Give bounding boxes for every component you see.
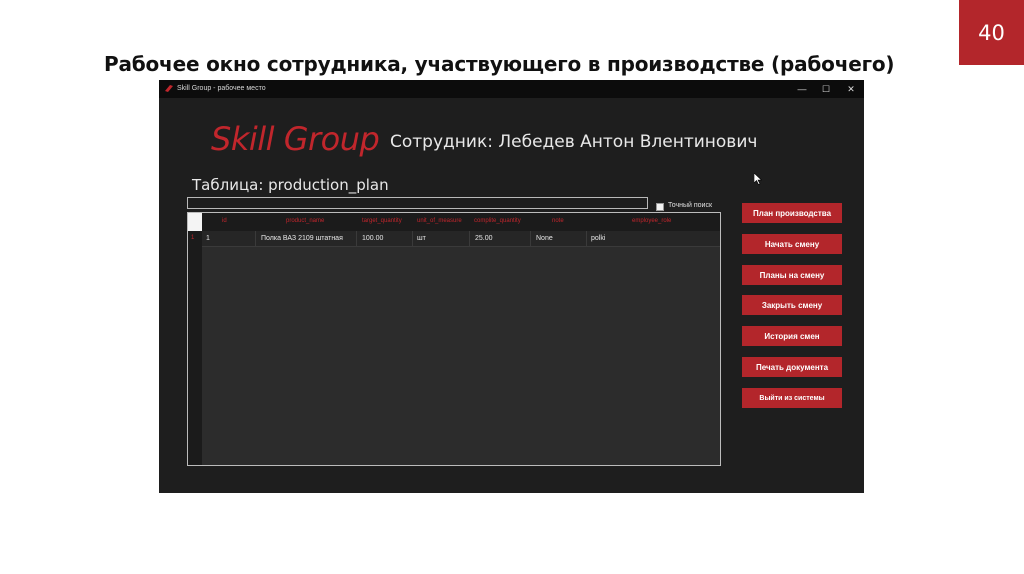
slide-title: Рабочее окно сотрудника, участвующего в … bbox=[104, 52, 895, 76]
app-window: Skill Group - рабочее место — ☐ ✕ Skill … bbox=[159, 80, 864, 493]
column-header-target-quantity[interactable]: target_quantity bbox=[362, 218, 402, 224]
cell-product-name[interactable]: Полка ВАЗ 2109 штатная bbox=[261, 235, 343, 242]
column-divider bbox=[530, 231, 531, 247]
close-shift-button[interactable]: Закрыть смену bbox=[742, 295, 842, 315]
cell-target-quantity[interactable]: 100.00 bbox=[362, 235, 383, 242]
exact-search-label: Точный поиск bbox=[668, 202, 713, 209]
mouse-cursor-icon bbox=[754, 173, 762, 185]
slide-number: 40 bbox=[959, 0, 1024, 65]
search-input[interactable] bbox=[187, 197, 648, 209]
row-gutter bbox=[188, 231, 202, 465]
minimize-icon[interactable]: — bbox=[795, 83, 809, 95]
maximize-icon[interactable]: ☐ bbox=[819, 83, 833, 95]
start-shift-button[interactable]: Начать смену bbox=[742, 234, 842, 254]
shift-history-button[interactable]: История смен bbox=[742, 326, 842, 346]
column-header-complite-quantity[interactable]: complite_quantity bbox=[474, 218, 521, 224]
column-divider bbox=[356, 231, 357, 247]
column-divider bbox=[469, 231, 470, 247]
column-header-unit-of-measure[interactable]: unit_of_measure bbox=[417, 218, 462, 224]
row-number[interactable]: 1 bbox=[191, 235, 194, 241]
cell-employee-role[interactable]: polki bbox=[591, 235, 605, 242]
window-title: Skill Group - рабочее место bbox=[177, 85, 266, 92]
production-plan-button[interactable]: План производства bbox=[742, 203, 842, 223]
column-divider bbox=[255, 231, 256, 247]
column-header-employee-role[interactable]: employee_role bbox=[632, 218, 671, 224]
shift-plans-button[interactable]: Планы на смену bbox=[742, 265, 842, 285]
column-header-note[interactable]: note bbox=[552, 218, 564, 224]
close-icon[interactable]: ✕ bbox=[844, 83, 858, 95]
column-divider bbox=[412, 231, 413, 247]
column-header-id[interactable]: id bbox=[222, 218, 227, 224]
table-header: id product_name target_quantity unit_of_… bbox=[202, 213, 720, 231]
table-title: Таблица: production_plan bbox=[192, 176, 389, 194]
cell-note[interactable]: None bbox=[536, 235, 553, 242]
employee-name: Сотрудник: Лебедев Антон Влентинович bbox=[390, 132, 758, 152]
cell-complite-quantity[interactable]: 25.00 bbox=[475, 235, 493, 242]
table-corner[interactable] bbox=[188, 213, 202, 231]
cell-id[interactable]: 1 bbox=[206, 235, 210, 242]
data-table[interactable]: id product_name target_quantity unit_of_… bbox=[187, 212, 721, 466]
column-header-product-name[interactable]: product_name bbox=[286, 218, 324, 224]
table-row[interactable]: 1 Полка ВАЗ 2109 штатная 100.00 шт 25.00… bbox=[202, 231, 720, 247]
exact-search-checkbox[interactable] bbox=[656, 203, 664, 211]
logout-button[interactable]: Выйти из системы bbox=[742, 388, 842, 408]
print-document-button[interactable]: Печать документа bbox=[742, 357, 842, 377]
cell-unit-of-measure[interactable]: шт bbox=[417, 235, 426, 242]
column-divider bbox=[586, 231, 587, 247]
brand-logo: Skill Group bbox=[211, 120, 380, 158]
window-titlebar[interactable]: Skill Group - рабочее место — ☐ ✕ bbox=[159, 80, 864, 98]
app-logo-icon bbox=[165, 85, 173, 92]
